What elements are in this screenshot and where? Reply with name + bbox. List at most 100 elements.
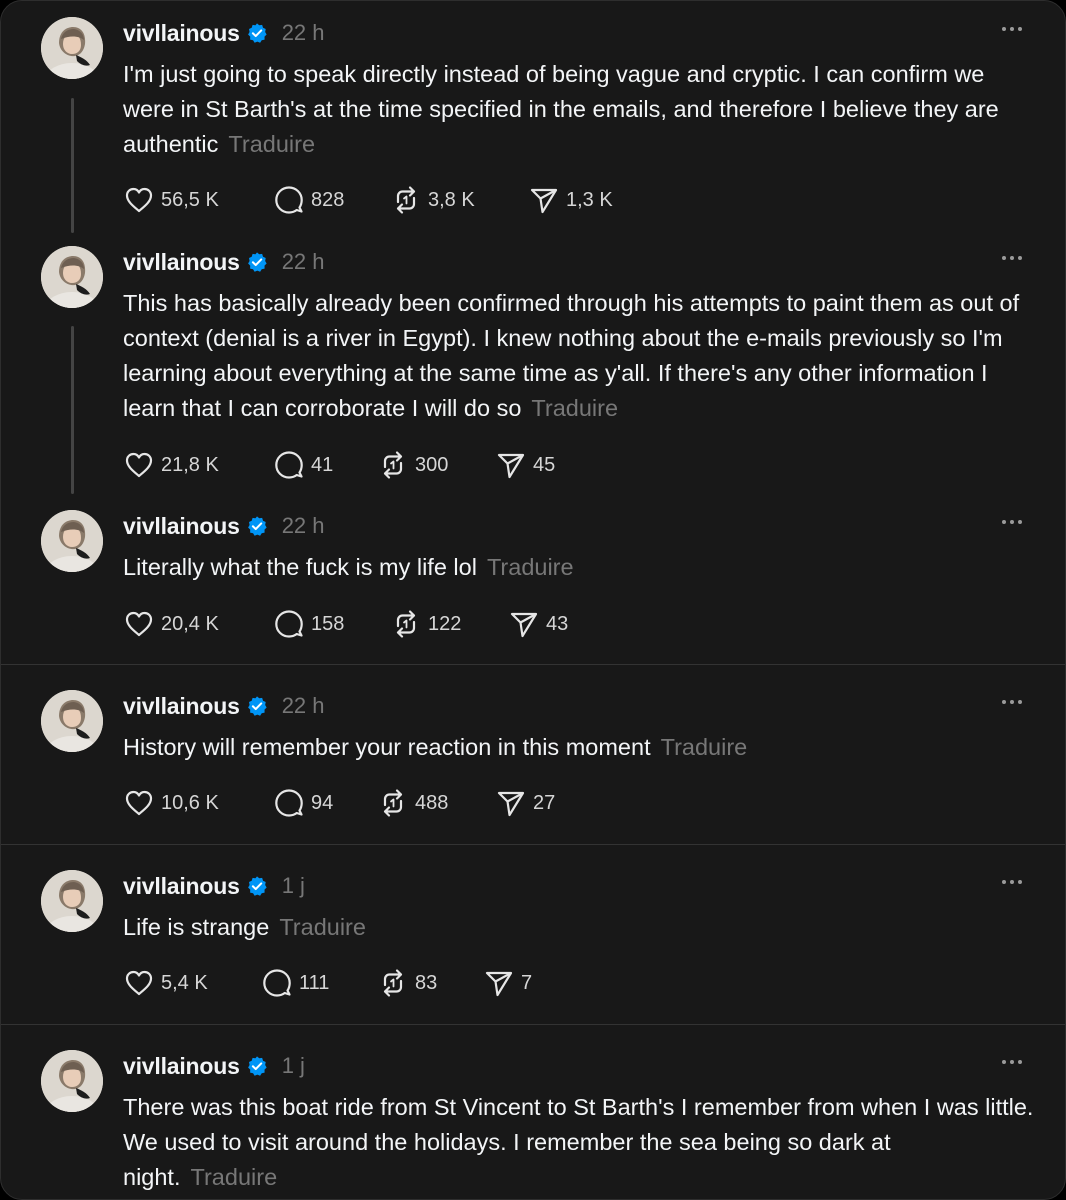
paper-plane-icon [508, 608, 540, 640]
share-count: 43 [546, 612, 569, 635]
post-text: This has basically already been confirme… [123, 286, 1038, 426]
avatar[interactable] [41, 246, 103, 308]
paper-plane-icon [495, 787, 527, 819]
thread-connector-line [71, 326, 74, 494]
username[interactable]: vivllainous [123, 249, 240, 276]
post-body: Life is strange [123, 914, 270, 940]
reply-button[interactable]: 41 [273, 449, 377, 481]
post-body: Literally what the fuck is my life lol [123, 554, 477, 580]
avatar[interactable] [41, 510, 103, 572]
avatar[interactable] [41, 1050, 103, 1112]
translate-link[interactable]: Traduire [531, 395, 618, 421]
comment-bubble-icon [273, 608, 305, 640]
translate-link[interactable]: Traduire [487, 554, 574, 580]
share-count: 27 [533, 791, 556, 814]
post-text: Literally what the fuck is my life lol Tr… [123, 550, 1038, 585]
share-button[interactable]: 45 [495, 449, 595, 481]
more-dots-icon[interactable] [999, 248, 1025, 268]
post-timestamp[interactable]: 22 h [282, 249, 325, 275]
post-header: vivllainous 1 j [123, 1051, 305, 1081]
like-button[interactable]: 21,8 K [123, 449, 273, 481]
like-count: 10,6 K [161, 791, 219, 814]
paper-plane-icon [528, 184, 560, 216]
post-timestamp[interactable]: 1 j [282, 873, 305, 899]
share-count: 7 [521, 971, 533, 994]
avatar[interactable] [41, 690, 103, 752]
username[interactable]: vivllainous [123, 20, 240, 47]
avatar[interactable] [41, 870, 103, 932]
heart-icon [123, 967, 155, 999]
post-body: History will remember your reaction in t… [123, 734, 651, 760]
action-bar: 10,6 K 94 488 27 [123, 787, 595, 819]
reply-button[interactable]: 158 [273, 608, 390, 640]
repost-arrows-icon [377, 967, 409, 999]
username[interactable]: vivllainous [123, 873, 240, 900]
comment-bubble-icon [273, 787, 305, 819]
share-button[interactable]: 7 [483, 967, 573, 999]
action-bar: 21,8 K 41 300 45 [123, 449, 595, 481]
reply-button[interactable]: 94 [273, 787, 377, 819]
post-divider [1, 1024, 1065, 1025]
username[interactable]: vivllainous [123, 1053, 240, 1080]
more-dots-icon[interactable] [999, 1052, 1025, 1072]
like-count: 20,4 K [161, 612, 219, 635]
share-count: 45 [533, 453, 556, 476]
action-bar: 56,5 K 828 3,8 K 1,3 K [123, 184, 648, 216]
like-count: 21,8 K [161, 453, 219, 476]
post-divider [1, 844, 1065, 845]
like-button[interactable]: 10,6 K [123, 787, 273, 819]
repost-button[interactable]: 3,8 K [390, 184, 528, 216]
heart-icon [123, 449, 155, 481]
share-button[interactable]: 43 [508, 608, 608, 640]
repost-arrows-icon [390, 184, 422, 216]
repost-arrows-icon [377, 449, 409, 481]
repost-button[interactable]: 488 [377, 787, 495, 819]
post-text: History will remember your reaction in t… [123, 730, 1038, 765]
repost-count: 488 [415, 791, 449, 814]
share-button[interactable]: 27 [495, 787, 595, 819]
repost-count: 300 [415, 453, 449, 476]
translate-link[interactable]: Traduire [279, 914, 366, 940]
verified-badge-icon [246, 875, 268, 897]
like-button[interactable]: 20,4 K [123, 608, 273, 640]
username[interactable]: vivllainous [123, 513, 240, 540]
more-dots-icon[interactable] [999, 19, 1025, 39]
translate-link[interactable]: Traduire [661, 734, 748, 760]
post-timestamp[interactable]: 22 h [282, 693, 325, 719]
verified-badge-icon [246, 515, 268, 537]
repost-count: 83 [415, 971, 438, 994]
reply-button[interactable]: 828 [273, 184, 390, 216]
action-bar: 20,4 K 158 122 43 [123, 608, 608, 640]
comment-bubble-icon [273, 184, 305, 216]
reply-count: 158 [311, 612, 345, 635]
like-button[interactable]: 5,4 K [123, 967, 261, 999]
post-timestamp[interactable]: 22 h [282, 513, 325, 539]
post-timestamp[interactable]: 1 j [282, 1053, 305, 1079]
post-header: vivllainous 22 h [123, 691, 325, 721]
more-dots-icon[interactable] [999, 692, 1025, 712]
like-count: 5,4 K [161, 971, 208, 994]
like-count: 56,5 K [161, 188, 219, 211]
repost-button[interactable]: 300 [377, 449, 495, 481]
share-count: 1,3 K [566, 188, 613, 211]
username[interactable]: vivllainous [123, 693, 240, 720]
like-button[interactable]: 56,5 K [123, 184, 273, 216]
repost-count: 122 [428, 612, 462, 635]
post-timestamp[interactable]: 22 h [282, 20, 325, 46]
comment-bubble-icon [273, 449, 305, 481]
heart-icon [123, 184, 155, 216]
translate-link[interactable]: Traduire [228, 131, 315, 157]
translate-link[interactable]: Traduire [191, 1164, 278, 1190]
repost-button[interactable]: 122 [390, 608, 508, 640]
paper-plane-icon [483, 967, 515, 999]
repost-button[interactable]: 83 [377, 967, 483, 999]
verified-badge-icon [246, 251, 268, 273]
reply-button[interactable]: 111 [261, 967, 377, 999]
more-dots-icon[interactable] [999, 512, 1025, 532]
reply-count: 94 [311, 791, 334, 814]
paper-plane-icon [495, 449, 527, 481]
avatar[interactable] [41, 17, 103, 79]
more-dots-icon[interactable] [999, 872, 1025, 892]
post-text: I'm just going to speak directly instead… [123, 57, 1038, 162]
share-button[interactable]: 1,3 K [528, 184, 648, 216]
